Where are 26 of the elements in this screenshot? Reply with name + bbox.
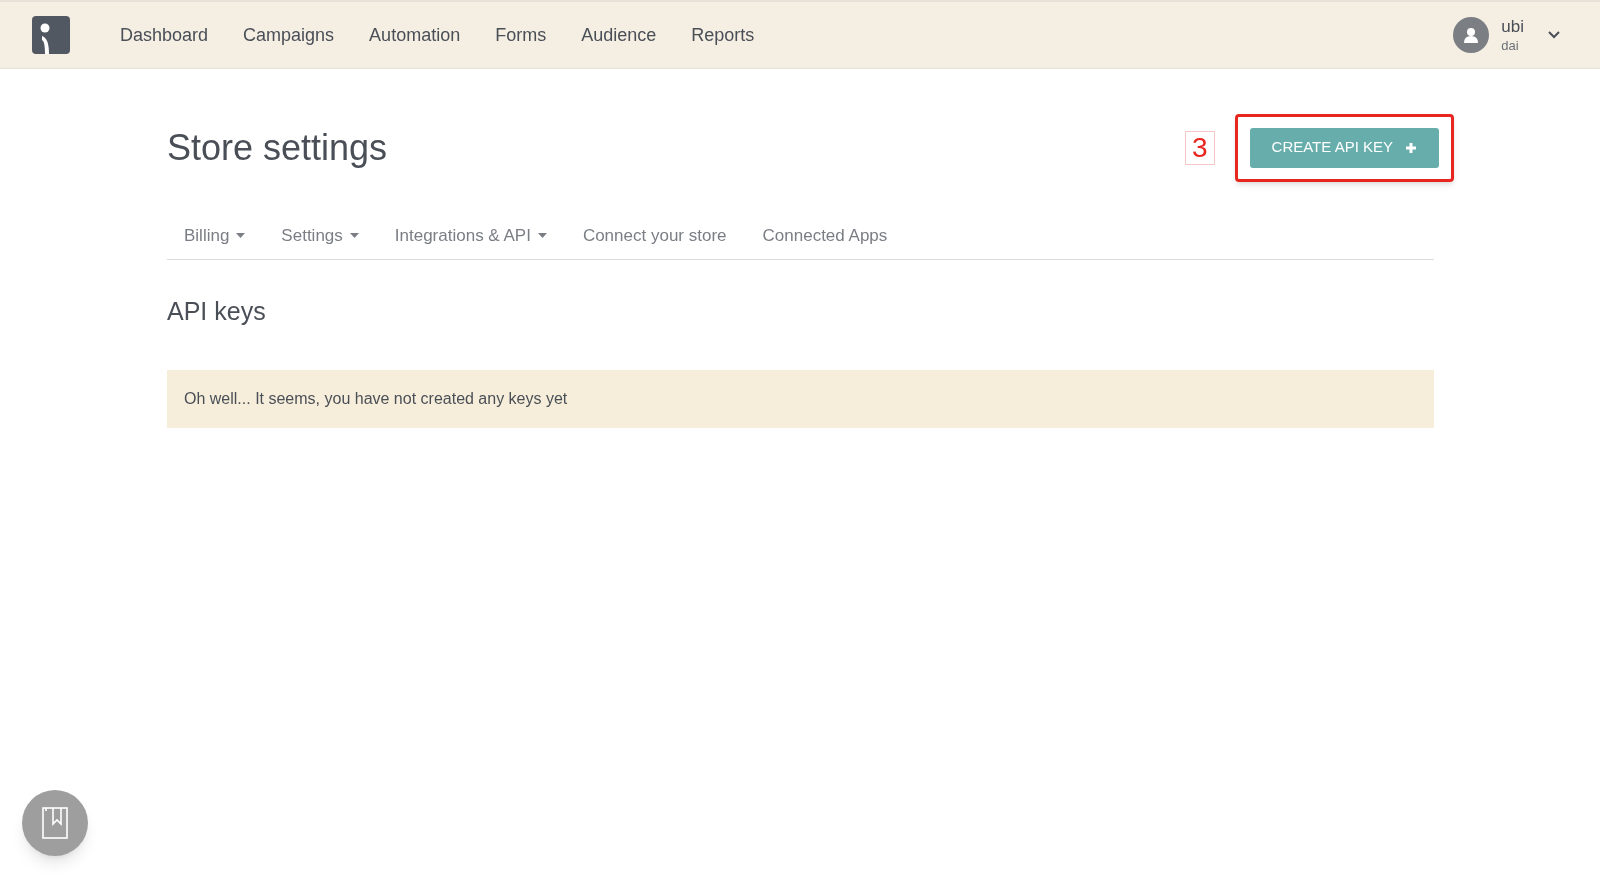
plus-icon bbox=[1405, 141, 1417, 154]
floating-help-button[interactable] bbox=[22, 790, 88, 856]
settings-tab[interactable]: Integrations & API bbox=[394, 222, 547, 249]
logo-icon[interactable] bbox=[32, 16, 70, 54]
caret-icon bbox=[349, 233, 359, 238]
section-title: API keys bbox=[167, 296, 267, 327]
nav-link[interactable]: Automation bbox=[369, 21, 461, 49]
settings-tab[interactable]: Connected Apps bbox=[762, 222, 888, 249]
caret-icon bbox=[537, 233, 547, 238]
user-subtitle: dai bbox=[1501, 37, 1520, 54]
nav-link[interactable]: Audience bbox=[581, 21, 657, 49]
settings-tab[interactable]: Connect your store bbox=[582, 222, 727, 249]
bookmark-book-icon bbox=[42, 807, 68, 839]
nav-link[interactable]: Forms bbox=[495, 21, 547, 49]
settings-tab[interactable]: Settings bbox=[281, 222, 359, 249]
chevron-down-icon[interactable] bbox=[1548, 31, 1560, 39]
empty-state-message: Oh well... It seems, you have not created any keys yet bbox=[184, 388, 568, 409]
page-title: Store settings bbox=[167, 125, 388, 170]
nav-link[interactable]: Reports bbox=[691, 21, 755, 49]
avatar-icon[interactable] bbox=[1453, 17, 1490, 53]
nav-link[interactable]: Campaigns bbox=[243, 21, 335, 49]
user-name: ubi bbox=[1501, 16, 1524, 38]
step-number-label: 3 bbox=[1185, 130, 1215, 165]
settings-tab[interactable]: Billing bbox=[184, 222, 246, 249]
caret-icon bbox=[236, 233, 246, 238]
nav-link[interactable]: Dashboard bbox=[120, 21, 209, 49]
